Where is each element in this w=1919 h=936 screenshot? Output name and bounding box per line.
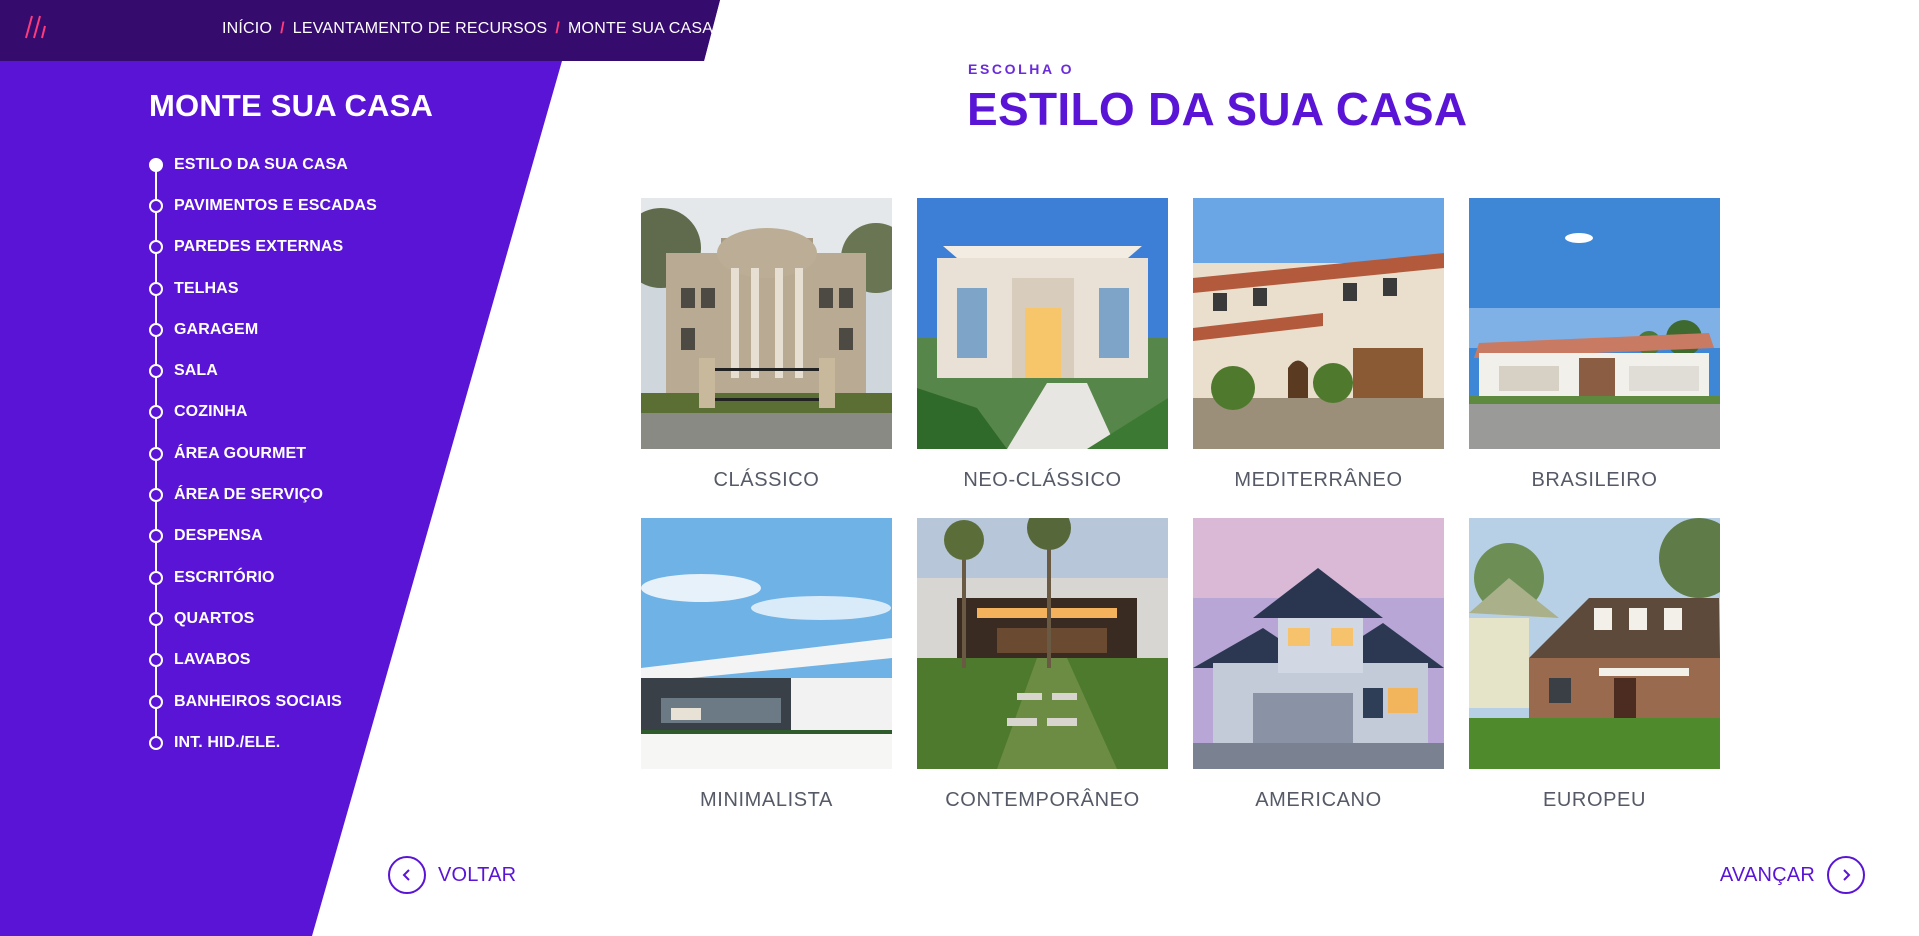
breadcrumb-separator: / [555,20,561,37]
step-item-estilo[interactable]: ESTILO DA SUA CASA [148,144,568,185]
step-dot [149,735,163,750]
page-title: ESTILO DA SUA CASA [967,83,1468,135]
step-label: GARAGEM [174,320,259,338]
step-dot [149,446,163,461]
step-label: ESTILO DA SUA CASA [174,155,348,173]
step-dot-active [149,157,163,172]
step-item-sala[interactable]: SALA [148,350,568,391]
back-button[interactable]: VOLTAR [388,856,516,894]
style-card-neo-classico[interactable]: NEO-CLÁSSICO [917,198,1168,492]
section-kicker: ESCOLHA O [968,61,1075,77]
step-dot [149,694,163,709]
house-photo-contemporaneo [917,518,1168,769]
step-item-int-hid-ele[interactable]: INT. HID./ELE. [148,722,568,763]
step-label: ESCRITÓRIO [174,568,275,586]
step-dot [149,322,163,337]
logo-icon[interactable] [20,12,50,42]
breadcrumb-resources[interactable]: LEVANTAMENTO DE RECURSOS [293,20,548,38]
step-label: ÁREA GOURMET [174,444,307,462]
step-label: INT. HID./ELE. [174,733,281,751]
style-card-mediterraneo[interactable]: MEDITERRÂNEO [1193,198,1444,492]
house-photo-minimalista [641,518,892,769]
style-card-europeu[interactable]: EUROPEU [1469,518,1720,812]
step-dot [149,405,163,420]
next-button[interactable]: AVANÇAR [1720,856,1865,894]
house-photo-americano [1193,518,1444,769]
top-bar: INÍCIO / LEVANTAMENTO DE RECURSOS / MONT… [0,0,720,61]
step-label: QUARTOS [174,609,255,627]
style-label: EUROPEU [1542,789,1647,811]
step-list: ESTILO DA SUA CASA PAVIMENTOS E ESCADAS … [148,144,568,763]
house-photo-mediterraneo [1193,198,1444,449]
step-dot [149,570,163,585]
step-item-banheiros[interactable]: BANHEIROS SOCIAIS [148,681,568,722]
style-card-americano[interactable]: AMERICANO [1193,518,1444,812]
step-item-quartos[interactable]: QUARTOS [148,598,568,639]
step-dot [149,529,163,544]
step-item-telhas[interactable]: TELHAS [148,268,568,309]
step-item-pavimentos[interactable]: PAVIMENTOS E ESCADAS [148,185,568,226]
step-label: PAREDES EXTERNAS [174,238,344,256]
step-item-paredes[interactable]: PAREDES EXTERNAS [148,227,568,268]
step-dot [149,611,163,626]
back-label: VOLTAR [438,863,517,886]
step-item-cozinha[interactable]: COZINHA [148,392,568,433]
breadcrumb: INÍCIO / LEVANTAMENTO DE RECURSOS / MONT… [222,20,713,38]
step-label: BANHEIROS SOCIAIS [174,692,342,710]
style-label: NEO-CLÁSSICO [963,469,1122,491]
style-grid: CLÁSSICO NEO-CLÁSSICO MEDITERRÂNEO BRASI… [641,198,1723,812]
step-item-area-gourmet[interactable]: ÁREA GOURMET [148,433,568,474]
step-label: COZINHA [174,403,248,421]
style-label: CLÁSSICO [713,469,820,491]
style-label: CONTEMPORÂNEO [945,789,1140,811]
step-label: PAVIMENTOS E ESCADAS [174,196,377,214]
step-dot [149,198,163,213]
step-item-garagem[interactable]: GARAGEM [148,309,568,350]
step-item-area-servico[interactable]: ÁREA DE SERVIÇO [148,474,568,515]
style-label: MEDITERRÂNEO [1234,469,1403,491]
style-card-classico[interactable]: CLÁSSICO [641,198,892,492]
step-item-lavabos[interactable]: LAVABOS [148,640,568,681]
step-dot [149,653,163,668]
step-label: ÁREA DE SERVIÇO [174,486,324,504]
chevron-left-icon [388,856,426,894]
step-label: LAVABOS [174,651,251,669]
style-card-brasileiro[interactable]: BRASILEIRO [1469,198,1720,492]
step-dot [149,281,163,296]
style-card-contemporaneo[interactable]: CONTEMPORÂNEO [917,518,1168,812]
chevron-right-icon [1827,856,1865,894]
house-photo-classico [641,198,892,449]
step-item-despensa[interactable]: DESPENSA [148,516,568,557]
step-dot [149,364,163,379]
step-label: TELHAS [174,279,239,297]
step-label: DESPENSA [174,527,263,545]
house-photo-brasileiro [1469,198,1720,449]
sidebar-title: MONTE SUA CASA [149,88,434,123]
style-label: AMERICANO [1255,789,1382,811]
style-label: BRASILEIRO [1531,469,1658,491]
step-label: SALA [174,362,218,380]
next-label: AVANÇAR [1719,863,1815,886]
step-item-escritorio[interactable]: ESCRITÓRIO [148,557,568,598]
style-card-minimalista[interactable]: MINIMALISTA [641,518,892,812]
step-dot [149,488,163,503]
house-photo-neo-classico [917,198,1168,449]
breadcrumb-home[interactable]: INÍCIO [222,20,272,38]
house-photo-europeu [1469,518,1720,769]
breadcrumb-separator: / [280,20,285,37]
style-label: MINIMALISTA [700,789,833,811]
step-dot [149,240,163,255]
breadcrumb-current: MONTE SUA CASA [568,20,714,37]
